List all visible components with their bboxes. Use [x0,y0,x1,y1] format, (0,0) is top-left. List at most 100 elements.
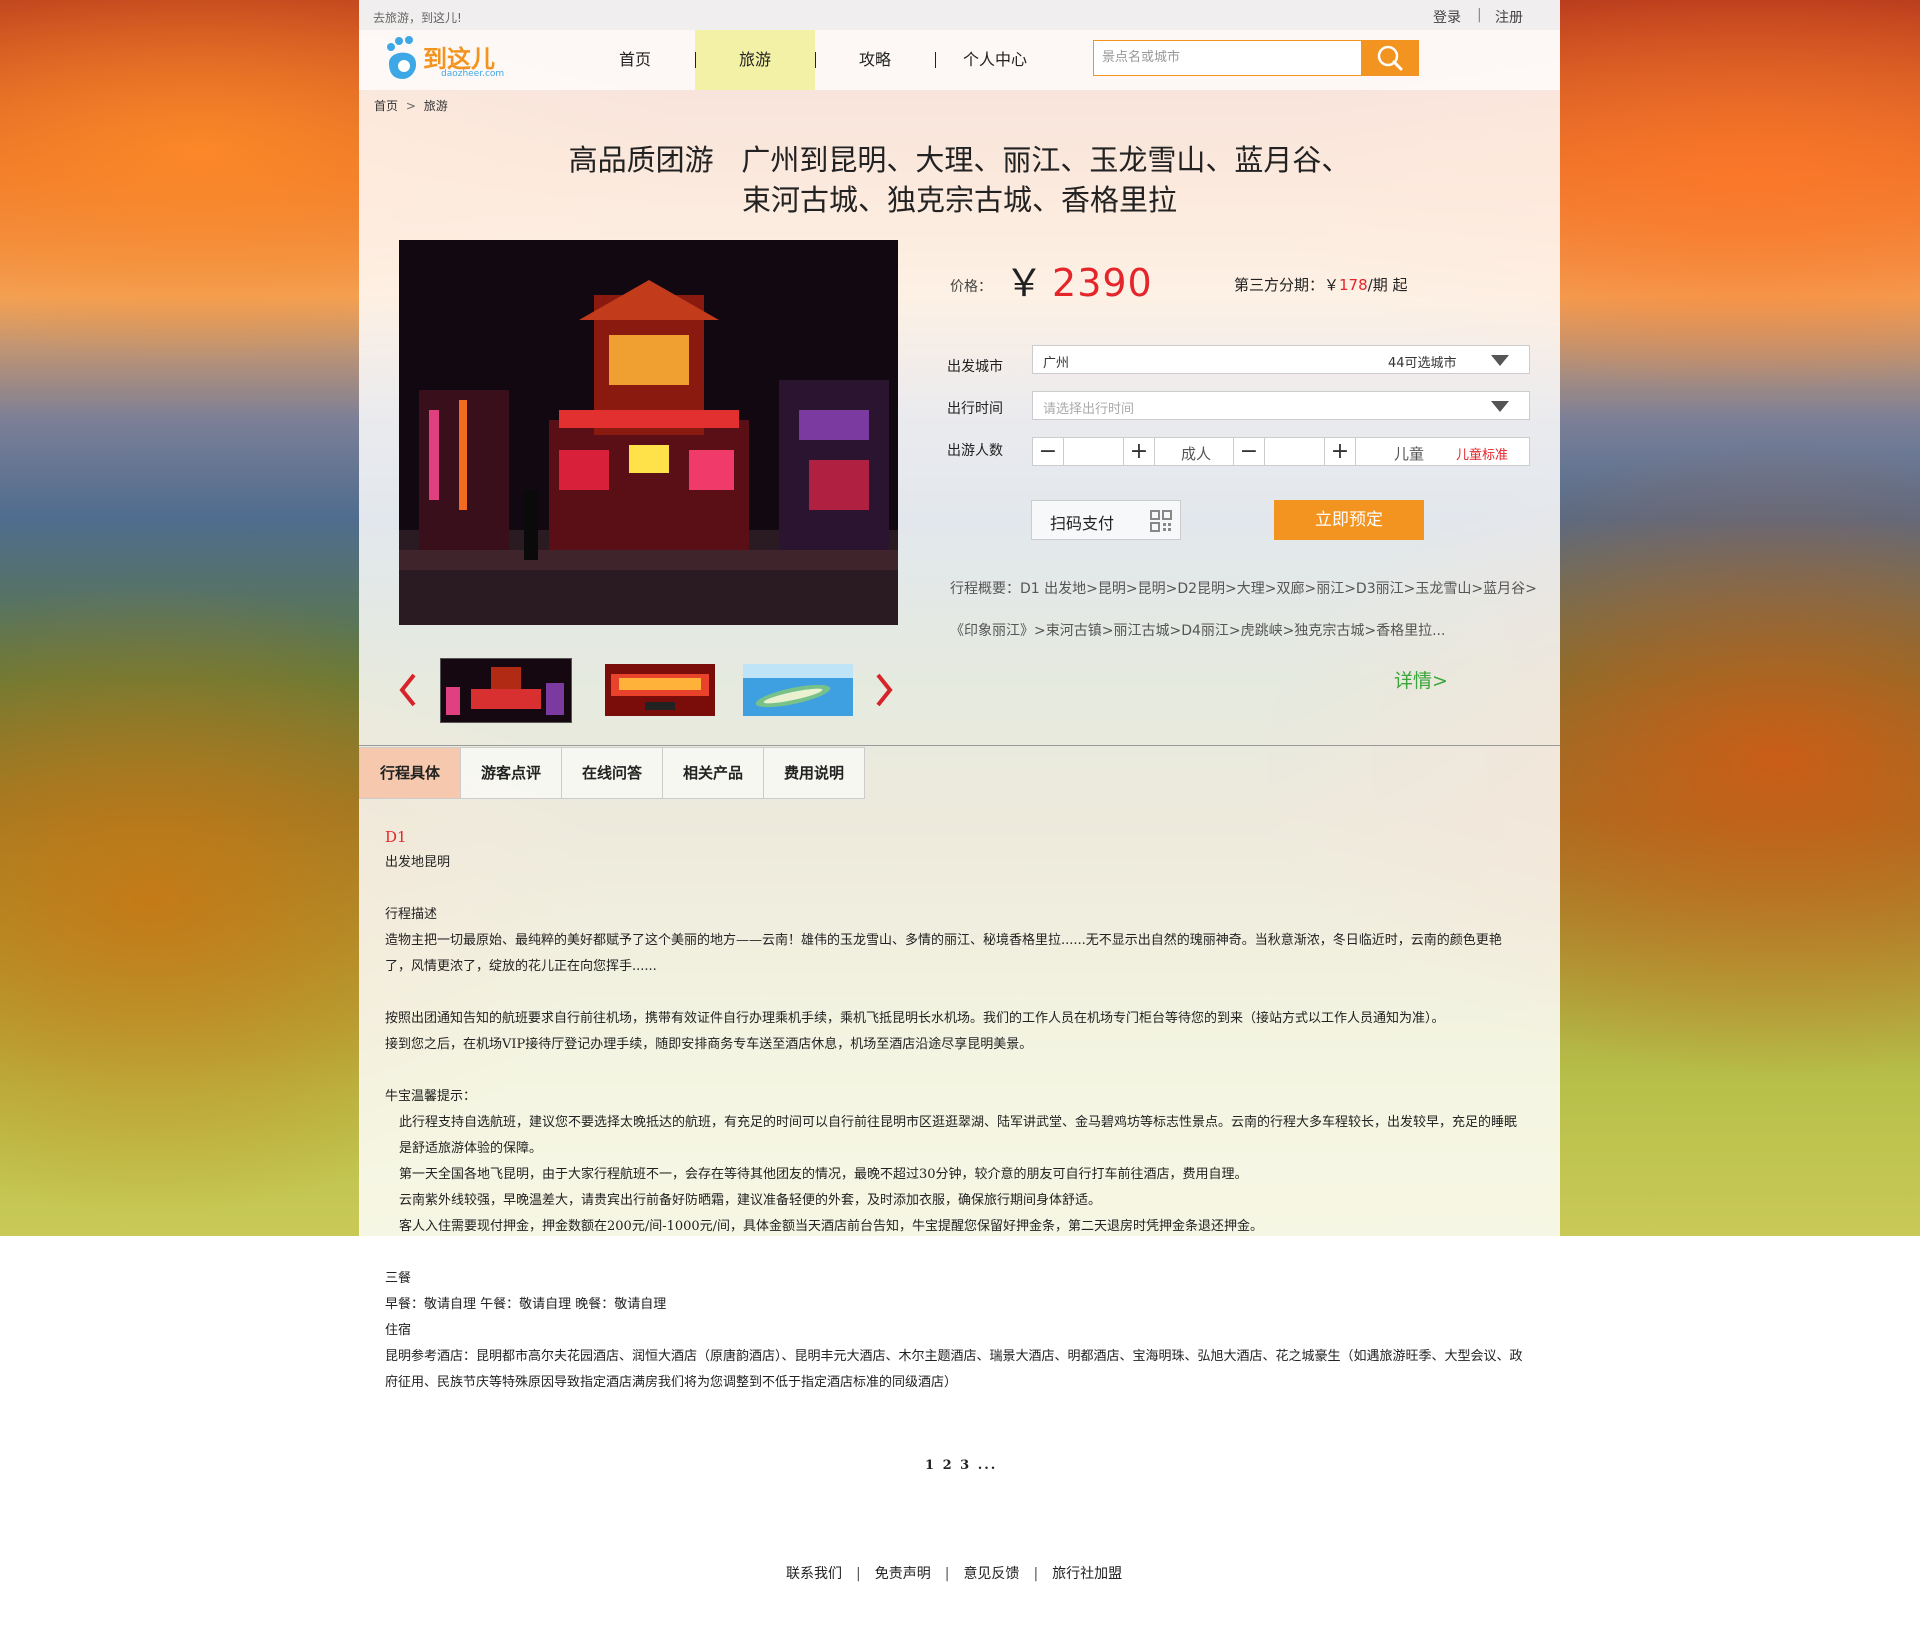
people-label: 出游人数 [947,443,1003,459]
counter-divider [1154,438,1155,465]
footer-separator: | [944,1566,950,1582]
adult-label: 成人 [1181,445,1212,463]
details-link[interactable]: 详情> [1394,666,1448,693]
breadcrumb-arrow-icon: > [405,99,416,113]
departure-city-select[interactable]: 广州 44可选城市 [1032,345,1530,374]
date-label: 出行时间 [947,401,1003,417]
detail-tabs: 行程具体 游客点评 在线问答 相关产品 费用说明 [359,747,865,799]
nav-travel[interactable]: 旅游 [695,30,815,90]
description-title: 行程描述 [385,907,438,922]
adult-count-input[interactable] [1063,438,1124,465]
departure-city-count: 44可选城市 [1388,356,1457,371]
site-slogan: 去旅游，到这儿! [373,11,462,25]
nav-home[interactable]: 首页 [575,30,695,90]
tip-item: 云南紫外线较强，早晚温差大，请贵宾出行前备好防晒霜，建议准备轻便的外套，及时添加… [399,1193,1102,1208]
tip-item: 客人入住需要现付押金，押金数额在200元/间-1000元/间，具体金额当天酒店前… [399,1219,1264,1234]
price-value: ￥ 2390 [1005,252,1153,307]
tab-itinerary[interactable]: 行程具体 [359,747,461,799]
product-title-line2: 束河古城、独克宗古城、香格里拉 [741,183,1177,217]
meals-text: 早餐：敬请自理 午餐：敬请自理 晚餐：敬请自理 [385,1297,667,1312]
search-input[interactable]: 景点名或城市 [1093,40,1371,76]
travel-date-select[interactable]: 请选择出行时间 [1032,391,1530,420]
meals-title: 三餐 [385,1271,412,1286]
qr-code-icon [1150,510,1172,532]
tab-reviews[interactable]: 游客点评 [460,747,562,799]
header: 到这儿 daozheer.com 首页 旅游 攻略 个人中心 景点名或城市 [359,30,1560,90]
thumbnail-image [441,659,571,722]
tab-fees[interactable]: 费用说明 [763,747,865,799]
night-street-photo [399,240,898,625]
child-standard-link[interactable]: 儿童标准 [1456,444,1508,463]
footer-disclaimer-link[interactable]: 免责声明 [875,1566,931,1582]
itinerary-content: D1 出发地昆明 行程描述 造物主把一切最原始、最纯粹的美好都赋予了这个美丽的地… [385,824,1525,1396]
departure-label: 出发城市 [947,359,1003,375]
nav-divider [695,52,696,68]
footer: 联系我们 | 免责声明 | 意见反馈 | 旅行社加盟 [786,1563,1122,1583]
price-amount: 2390 [1052,261,1153,305]
main-nav: 首页 旅游 攻略 个人中心 [575,30,1055,90]
departure-city-value: 广州 [1043,356,1070,371]
adult-plus-button[interactable]: + [1124,438,1154,465]
tip-item: 此行程支持自选航班，建议您不要选择太晚抵达的航班，有充足的时间可以自行前往昆明市… [399,1115,1518,1156]
price-label: 价格： [950,279,992,295]
scan-pay-button[interactable]: 扫码支付 [1031,500,1181,540]
travel-date-placeholder: 请选择出行时间 [1043,402,1135,417]
topbar-separator: | [1477,7,1482,23]
thumbnail-3[interactable] [743,664,853,716]
section-divider [359,745,1560,746]
breadcrumb-home[interactable]: 首页 [374,99,398,113]
scan-pay-label: 扫码支付 [1050,514,1115,533]
counter-divider [1355,438,1356,465]
day-route: 出发地昆明 [385,855,451,870]
child-minus-button[interactable]: − [1234,438,1264,465]
child-plus-button[interactable]: + [1325,438,1355,465]
breadcrumb: 首页 > 旅游 [374,97,448,114]
footer-feedback-link[interactable]: 意见反馈 [963,1566,1019,1582]
itinerary-summary-line2: 《印象丽江》>束河古镇>丽江古城>D4丽江>虎跳峡>独克宗古城>香格里拉... [950,623,1446,639]
chevron-down-icon [1491,355,1509,366]
thumbnail-image [743,664,853,716]
child-label: 儿童 [1394,445,1425,463]
currency-symbol: ￥ [1005,261,1045,305]
tip-item: 第一天全国各地飞昆明，由于大家行程航班不一，会存在等待其他团友的情况，最晚不超过… [399,1167,1248,1182]
description-text: 造物主把一切最原始、最纯粹的美好都赋予了这个美丽的地方——云南！雄伟的玉龙雪山、… [385,933,1502,974]
top-bar: 去旅游，到这儿! 登录 | 注册 [359,0,1560,30]
breadcrumb-current[interactable]: 旅游 [424,99,448,113]
nav-divider [935,52,936,68]
installment-prefix: 第三方分期：￥ [1234,276,1340,294]
prev-arrow-icon[interactable] [398,672,418,708]
footer-contact-link[interactable]: 联系我们 [786,1566,842,1582]
people-counter: − + 成人 − + 儿童 儿童标准 [1032,437,1530,466]
tips-title: 牛宝温馨提示： [385,1089,477,1104]
adult-minus-button[interactable]: − [1033,438,1063,465]
product-title: 高品质团游 广州到昆明、大理、丽江、玉龙雪山、蓝月谷、 束河古城、独克宗古城、香… [359,140,1560,220]
installment-amount: 178 [1339,276,1368,294]
pickup-info: 接到您之后，在机场VIP接待厅登记办理手续，随即安排商务专车送至酒店休息，机场至… [385,1037,1033,1052]
hotel-text: 昆明参考酒店：昆明都市高尔夫花园酒店、润恒大酒店（原唐韵酒店）、昆明丰元大酒店、… [385,1349,1523,1390]
nav-guides[interactable]: 攻略 [815,30,935,90]
book-now-button[interactable]: 立即预定 [1274,500,1424,540]
nav-user-center[interactable]: 个人中心 [935,30,1055,90]
footer-separator: | [1033,1566,1039,1582]
tab-related[interactable]: 相关产品 [662,747,764,799]
register-link[interactable]: 注册 [1495,7,1523,27]
search-box: 景点名或城市 [1093,40,1419,76]
installment-info: 第三方分期：￥178/期 起 [1234,274,1407,295]
thumbnail-2[interactable] [605,664,715,716]
footer-separator: | [856,1566,861,1582]
thumbnail-1[interactable] [440,658,572,723]
site-logo[interactable]: 到这儿 daozheer.com [381,33,521,87]
footer-agency-join-link[interactable]: 旅行社加盟 [1052,1566,1122,1582]
pagination[interactable]: 1 2 3 ... [925,1458,997,1473]
login-link[interactable]: 登录 [1433,7,1461,27]
tab-qa[interactable]: 在线问答 [561,747,663,799]
product-title-line1: 高品质团游 广州到昆明、大理、丽江、玉龙雪山、蓝月谷、 [568,143,1351,177]
search-button[interactable] [1361,40,1419,76]
next-arrow-icon[interactable] [874,672,894,708]
installment-suffix: /期 起 [1367,276,1408,294]
hotel-title: 住宿 [385,1323,412,1338]
child-count-input[interactable] [1264,438,1325,465]
day-label: D1 [385,828,407,846]
